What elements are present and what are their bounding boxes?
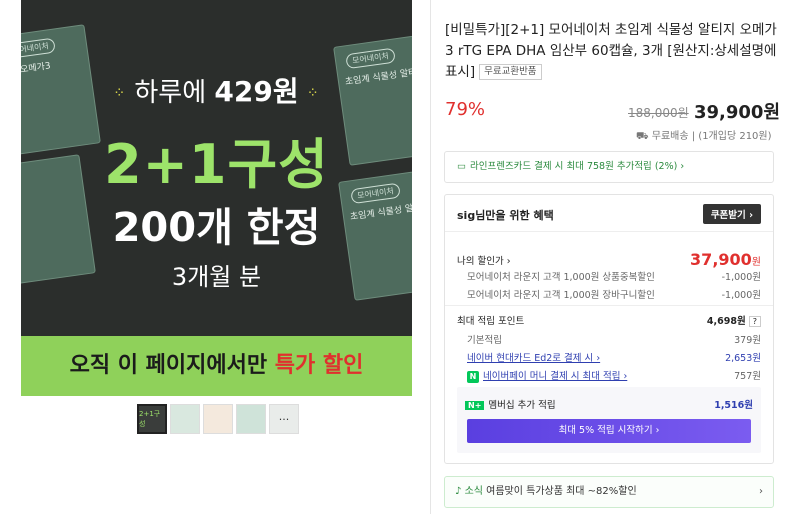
product-title: [비밀특가][2+1] 모어네이처 초임계 식물성 알티지 오메가3 rTG E…: [445, 20, 785, 83]
npay-points-link[interactable]: 네이버페이 머니 결제 시 최대 적립 ›: [483, 371, 627, 382]
benefit-header: sig님만을 위한 혜택: [457, 209, 554, 222]
membership-label: 멤버십 추가 적립: [488, 400, 556, 411]
naverpay-icon: N: [467, 371, 479, 383]
npay-points-value: 757원: [734, 371, 761, 382]
points-total: 4,698원 ?: [707, 313, 761, 327]
my-discount-unit: 원: [751, 257, 761, 268]
points-row: 최대 적립 포인트 4,698원 ?: [457, 313, 761, 327]
exclusive-banner: 오직 이 페이지에서만 특가 할인: [21, 336, 412, 396]
thumbnail-2[interactable]: [170, 404, 200, 434]
card-points-link[interactable]: 네이버 현대카드 Ed2로 결제 시 ›: [467, 350, 600, 364]
points-detail-value: 379원: [734, 335, 761, 346]
duration-text: 3개월 분: [171, 263, 262, 291]
card-points-row[interactable]: 네이버 현대카드 Ed2로 결제 시 › 2,653원: [467, 350, 761, 364]
membership-box: N+ 멤버십 추가 적립 1,516원 최대 5% 적립 시작하기 ›: [457, 387, 761, 453]
free-return-tag: 무료교환반품: [479, 64, 542, 80]
thumbnail-more[interactable]: ···: [269, 404, 299, 434]
membership-icon: N+: [465, 401, 485, 410]
discount-detail-row: 모어네이처 라운지 고객 1,000원 장바구니할인 -1,000원: [467, 287, 761, 301]
column-divider: [430, 0, 431, 514]
banner-text: 오직 이 페이지에서만: [69, 353, 275, 378]
npay-points-row[interactable]: N 네이버페이 머니 결제 시 최대 적립 › 757원: [467, 368, 761, 383]
thumbnail-4[interactable]: [236, 404, 266, 434]
discount-detail-row: 모어네이처 라운지 고객 1,000원 상품중복할인 -1,000원: [467, 269, 761, 283]
points-detail-row: 기본적립 379원: [467, 332, 761, 346]
card-promo-text: 라인프렌즈카드 결제 시 최대 758원 추가적립 (2%) ›: [469, 161, 685, 172]
coupon-button[interactable]: 쿠폰받기 ›: [702, 204, 761, 224]
discount-detail-label: 모어네이처 라운지 고객 1,000원 장바구니할인: [467, 290, 655, 301]
discount-detail-value: -1,000원: [721, 290, 761, 301]
my-discount-value: 37,900: [690, 250, 752, 269]
thumbnail-text: 2+1구성: [139, 410, 161, 428]
help-icon[interactable]: ?: [748, 316, 761, 327]
shipping-info: ⛟ 무료배송 | (1개입당 210원): [636, 127, 772, 144]
sale-news-text: 여름맞이 특가상품 최대 ~82%할인: [482, 486, 637, 497]
card-icon: ▭: [457, 161, 466, 172]
daily-price-prefix: 하루에: [134, 78, 215, 108]
points-detail-label: 기본적립: [467, 335, 502, 346]
box-brand-label: 모어네이처: [21, 37, 56, 60]
box-brand-label: 모어네이처: [345, 47, 396, 70]
product-main-image: 모어네이처TG 오메가3 모어네이처초임계 식물성 알티지 모어네이처초임계 식…: [21, 0, 412, 396]
my-discount-row[interactable]: 나의 할인가 › 37,900원: [457, 250, 761, 269]
more-icon: ···: [278, 412, 290, 426]
sale-news-prefix: 소식: [464, 486, 483, 497]
truck-icon: ⛟: [636, 131, 652, 142]
my-discount-label: 나의 할인가 ›: [457, 255, 511, 267]
discount-detail-value: -1,000원: [721, 272, 761, 283]
sale-news-banner[interactable]: ♪ 소식 여름맞이 특가상품 최대 ~82%할인 ›: [444, 476, 774, 508]
divider: [445, 231, 773, 232]
points-label: 최대 적립 포인트: [457, 316, 525, 327]
discount-detail-label: 모어네이처 라운지 고객 1,000원 상품중복할인: [467, 272, 655, 283]
daily-price-text: ⁘ 하루에 429원 ⁘: [113, 75, 320, 108]
points-value: 4,698원: [706, 316, 746, 327]
banner-highlight: 특가 할인: [274, 353, 364, 378]
membership-value: 1,516원: [714, 400, 753, 411]
membership-start-button[interactable]: 최대 5% 적립 시작하기 ›: [467, 419, 751, 443]
chevron-right-icon: ›: [759, 486, 763, 497]
bell-icon: ♪: [455, 486, 465, 497]
original-price: 188,000원: [628, 106, 689, 120]
card-points-value: 2,653원: [725, 353, 761, 364]
thumbnail-3[interactable]: [203, 404, 233, 434]
bundle-headline: 2+1구성: [104, 133, 329, 196]
card-promo-banner[interactable]: ▭ 라인프렌즈카드 결제 시 최대 758원 추가적립 (2%) ›: [444, 151, 774, 183]
thumbnail-strip: 2+1구성 ···: [137, 404, 299, 434]
membership-row: N+ 멤버십 추가 적립 1,516원: [465, 397, 753, 411]
benefit-panel: sig님만을 위한 혜택 쿠폰받기 › 나의 할인가 › 37,900원 모어네…: [444, 194, 774, 464]
shipping-text: 무료배송 | (1개입당 210원): [651, 131, 772, 142]
sale-price: 39,900원: [694, 102, 781, 123]
limited-headline: 200개 한정: [112, 205, 321, 251]
thumbnail-1[interactable]: 2+1구성: [137, 404, 167, 434]
divider: [445, 305, 773, 306]
discount-rate: 79%: [445, 99, 486, 120]
daily-price-value: 429원: [214, 75, 299, 108]
my-discount-price: 37,900원: [690, 250, 761, 269]
